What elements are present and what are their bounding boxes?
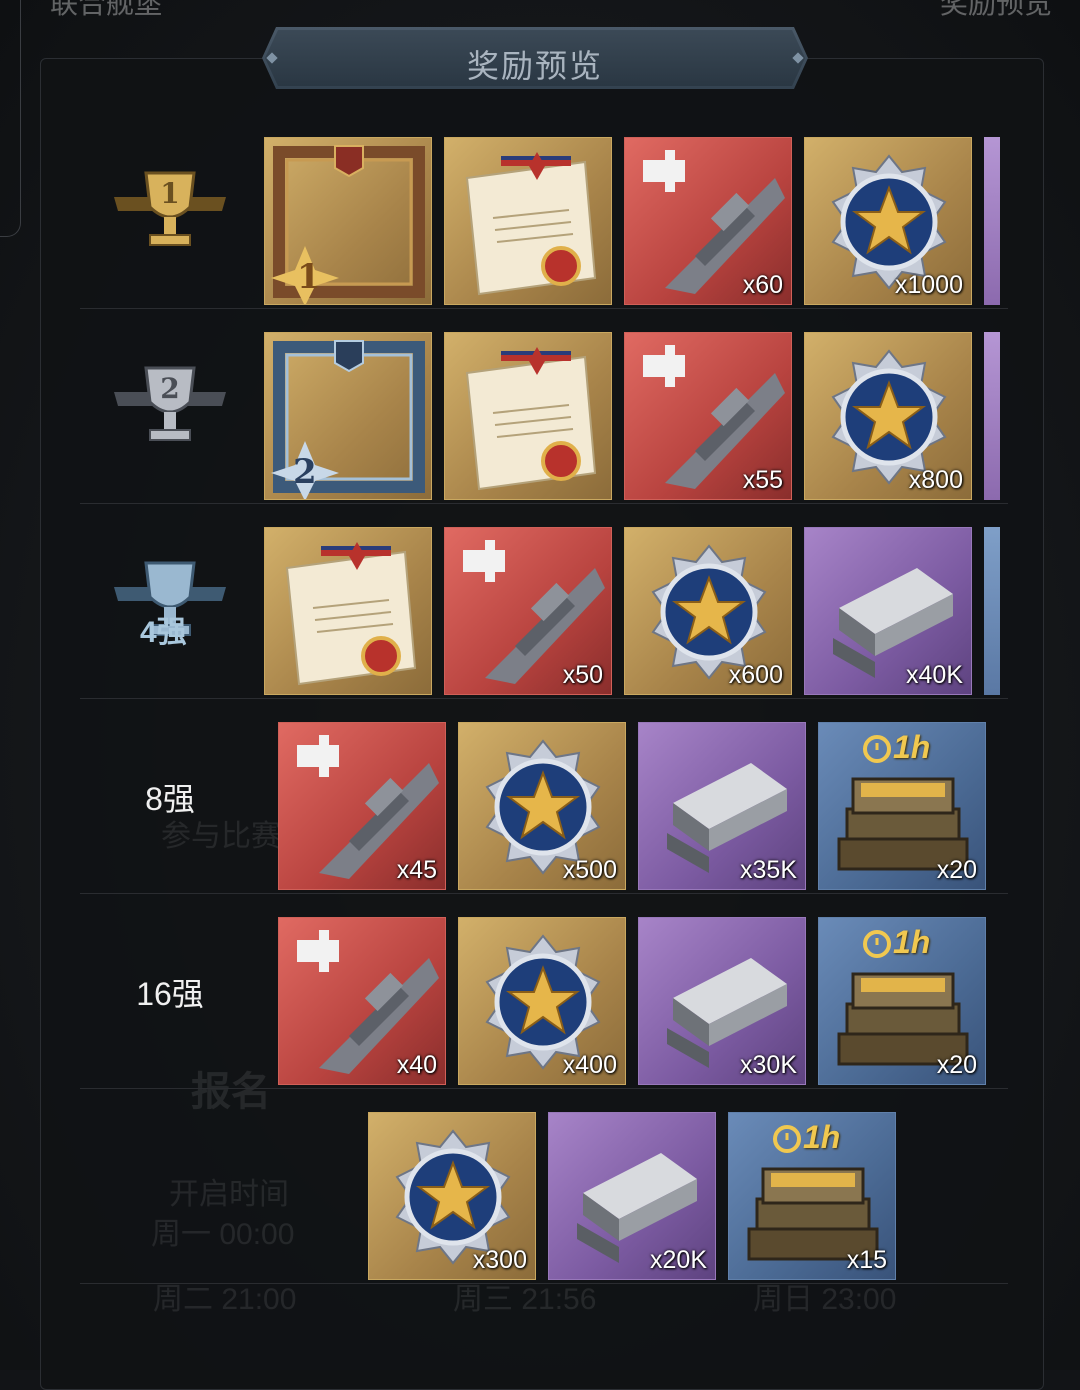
rank-label: 8强 (80, 700, 260, 893)
trophy-top-4-badge-icon: 4强 (110, 547, 230, 657)
item-quantity: x400 (562, 1051, 617, 1079)
reward-item[interactable]: x40 (278, 917, 446, 1085)
duration-tag: 1h (893, 924, 931, 960)
reward-item[interactable]: x1000 (804, 137, 972, 305)
item-quantity: x50 (562, 661, 603, 689)
svg-text:1: 1 (160, 177, 179, 210)
svg-text:2: 2 (293, 452, 317, 492)
rank-label: 16强 (80, 895, 260, 1088)
item-quantity: x35K (740, 856, 797, 884)
item-quantity: x55 (742, 466, 783, 494)
reward-item[interactable]: x55 (624, 332, 792, 500)
left-panel-edge (0, 0, 21, 237)
rank-text: 4强 (140, 615, 187, 649)
trophy-rank-2-badge-icon: 2 (110, 352, 230, 462)
reward-item[interactable]: x500 (458, 722, 626, 890)
reward-item[interactable]: x800 (804, 332, 972, 500)
duration-tag: 1h (803, 1119, 841, 1155)
reward-item[interactable]: 1 (264, 137, 432, 305)
reward-item-partial[interactable] (984, 332, 1000, 500)
reward-item[interactable]: 1h x15 (728, 1112, 896, 1280)
item-quantity: x20 (936, 856, 977, 884)
item-quantity: x600 (728, 661, 783, 689)
gold-frame-rank-1-icon: 1 (271, 145, 425, 304)
reward-item[interactable]: 2 (264, 332, 432, 500)
reward-item[interactable]: 1h x20 (818, 722, 986, 890)
reward-item-partial[interactable] (984, 527, 1000, 695)
rank-text: 8强 (145, 780, 195, 817)
item-quantity: x45 (396, 856, 437, 884)
item-quantity: x30K (740, 1051, 797, 1079)
item-quantity: x1000 (894, 271, 963, 299)
reward-item-partial[interactable] (984, 137, 1000, 305)
reward-item[interactable]: x35K (638, 722, 806, 890)
reward-item[interactable]: x45 (278, 722, 446, 890)
reward-item[interactable]: 1h x20 (818, 917, 986, 1085)
item-quantity: x300 (472, 1246, 527, 1274)
item-quantity: x40 (396, 1051, 437, 1079)
item-quantity: x40K (906, 661, 963, 689)
item-quantity: x20K (650, 1246, 707, 1274)
commendation-certificate-icon (285, 542, 417, 686)
svg-text:1: 1 (297, 257, 321, 297)
reward-item[interactable] (444, 332, 612, 500)
rank-label: 1 (80, 115, 260, 308)
page-title: 奖励预览 (466, 48, 603, 84)
item-quantity: x60 (742, 271, 783, 299)
rank-text: 16强 (136, 975, 204, 1012)
item-quantity: x20 (936, 1051, 977, 1079)
reward-item[interactable]: x300 (368, 1112, 536, 1280)
reward-item[interactable]: x40K (804, 527, 972, 695)
commendation-certificate-icon (465, 347, 597, 491)
reward-item[interactable]: x600 (624, 527, 792, 695)
reward-item[interactable]: x50 (444, 527, 612, 695)
duration-tag: 1h (893, 729, 931, 765)
rank-label: 4强 (80, 505, 260, 698)
svg-text:2: 2 (160, 372, 179, 405)
silver-frame-rank-2-icon: 2 (271, 340, 425, 499)
top-left-label: 联合舰堡 (50, 0, 163, 19)
top-right-label: 奖励预览 (939, 0, 1052, 19)
commendation-certificate-icon (465, 152, 597, 296)
item-quantity: x500 (562, 856, 617, 884)
reward-item[interactable]: x400 (458, 917, 626, 1085)
trophy-rank-1-badge-icon: 1 (110, 157, 230, 267)
rank-label: 2 (80, 310, 260, 503)
rank-label (80, 1090, 260, 1283)
reward-item[interactable] (264, 527, 432, 695)
reward-item[interactable]: x20K (548, 1112, 716, 1280)
item-quantity: x800 (908, 466, 963, 494)
item-quantity: x15 (846, 1246, 887, 1274)
reward-item[interactable] (444, 137, 612, 305)
title-bar: 奖励预览 (262, 27, 808, 89)
reward-item[interactable]: x30K (638, 917, 806, 1085)
reward-item[interactable]: x60 (624, 137, 792, 305)
